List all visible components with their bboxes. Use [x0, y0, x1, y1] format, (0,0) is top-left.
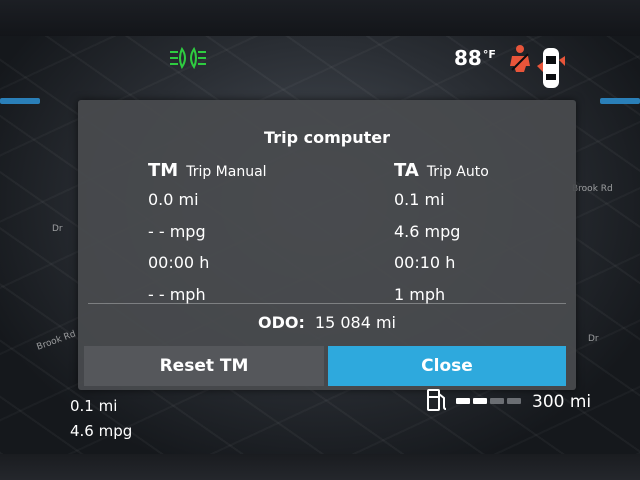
- instrument-bezel-top: [0, 0, 640, 40]
- dialog-title: Trip computer: [264, 128, 390, 147]
- trip-auto-column: TA Trip Auto 0.1 mi 4.6 mpg 00:10 h 1 mp…: [394, 160, 489, 310]
- car-door-open-icon: [537, 48, 565, 88]
- odometer-value: 15 084 mi: [314, 313, 396, 332]
- fuel-gauge-segment: [507, 398, 521, 404]
- trip-manual-distance: 0.0 mi: [148, 190, 199, 209]
- map-street-label: Dr: [588, 334, 599, 344]
- trip-manual-speed: - - mph: [148, 284, 206, 304]
- fuel-gauge-segment: [490, 398, 504, 404]
- reset-tm-button[interactable]: Reset TM: [84, 346, 324, 386]
- dialog-divider: [88, 303, 566, 304]
- trip-manual-name: Trip Manual: [186, 164, 267, 180]
- trip-manual-economy: - - mpg: [148, 221, 206, 241]
- trip-manual-header: TM Trip Manual: [148, 160, 267, 184]
- trip-auto-distance: 0.1 mi: [394, 190, 445, 209]
- headlight-icon: [170, 46, 206, 70]
- trip-manual-duration: 00:00 h: [148, 253, 210, 272]
- trip-manual-column: TM Trip Manual 0.0 mi - - mpg 00:00 h - …: [148, 160, 267, 310]
- trip-auto-speed: 1 mph: [394, 284, 446, 304]
- trip-distance: 0.1 mi: [70, 397, 118, 415]
- trip-auto-economy: 4.6 mpg: [394, 221, 461, 241]
- trip-readout: 0.1 mi 4.6 mpg: [70, 394, 132, 444]
- map-street-label: Dr: [52, 224, 63, 234]
- fuel-gauge-segment: [473, 398, 487, 404]
- trip-economy: 4.6 mpg: [70, 422, 133, 440]
- trip-auto-name: Trip Auto: [426, 164, 489, 180]
- trip-auto-abbr: TA: [394, 160, 419, 181]
- fuel-gauge: [456, 398, 521, 404]
- fuel-gauge-segment: [456, 398, 470, 404]
- trip-auto-header: TA Trip Auto: [394, 160, 489, 184]
- fuel-pump-icon: [427, 389, 447, 411]
- odometer-label: ODO:: [258, 313, 305, 332]
- trip-manual-abbr: TM: [148, 160, 179, 181]
- temp-unit: °F: [482, 48, 496, 61]
- fuel-range: 300 mi: [532, 392, 592, 412]
- map-street-label: Brook Rd: [572, 184, 613, 194]
- outside-temperature: 88°F: [454, 46, 496, 70]
- outside-temp-value: 88: [454, 46, 482, 70]
- odometer: ODO: 15 084 mi: [78, 313, 576, 332]
- trip-auto-duration: 00:10 h: [394, 253, 456, 272]
- close-button[interactable]: Close: [328, 346, 566, 386]
- screen-edge-accent: [600, 98, 640, 104]
- screen-edge-accent: [0, 98, 40, 104]
- trip-computer-dialog: Trip computer TM Trip Manual 0.0 mi - - …: [78, 100, 576, 390]
- instrument-bezel-bottom: [0, 454, 640, 480]
- map-street-label: Brook Rd: [35, 329, 78, 353]
- seatbelt-warning-icon: [510, 45, 530, 72]
